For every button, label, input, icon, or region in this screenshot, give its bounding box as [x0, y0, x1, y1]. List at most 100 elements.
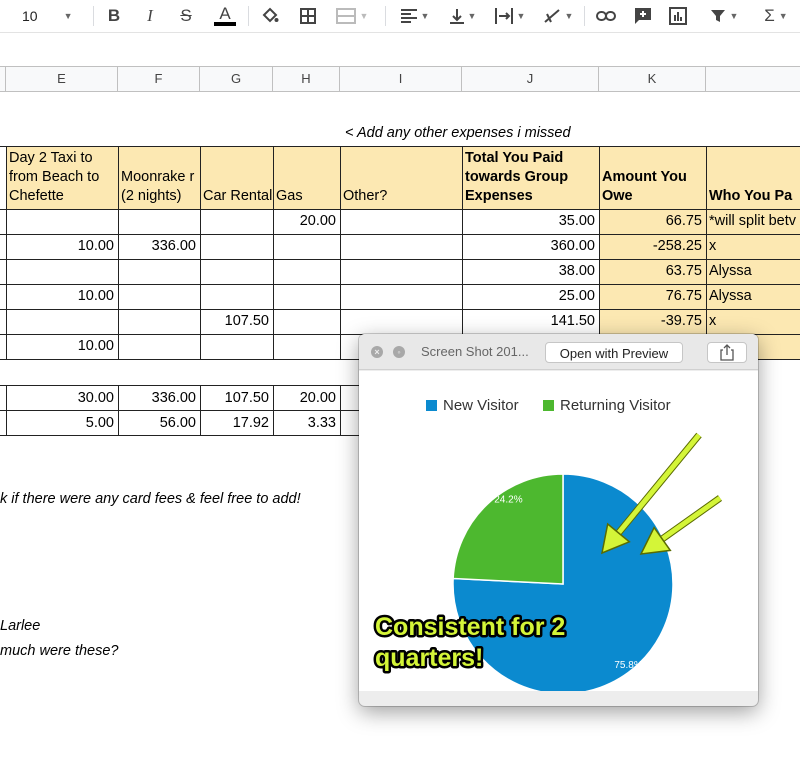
table-cell[interactable]: [273, 334, 340, 359]
table-cell[interactable]: Alyssa: [706, 284, 800, 309]
table-cell[interactable]: [6, 309, 118, 334]
column-header-e[interactable]: E: [6, 67, 118, 91]
insert-link-icon[interactable]: [593, 0, 619, 32]
note-add-expenses: < Add any other expenses i missed: [345, 125, 571, 141]
annotation-text-line1: Consistent for 2: [375, 613, 565, 641]
table-cell[interactable]: *will split betv: [706, 209, 800, 234]
quick-look-titlebar: × ◦ Screen Shot 201... Open with Preview: [359, 334, 758, 370]
share-button[interactable]: [707, 342, 747, 363]
insert-chart-icon[interactable]: [666, 0, 690, 32]
total-cell-e[interactable]: 30.00: [6, 386, 118, 411]
sum-icon: Σ: [764, 6, 775, 25]
text-color-button[interactable]: A: [211, 0, 239, 32]
text-wrap-icon[interactable]: ▼: [490, 0, 530, 32]
fill-color-icon[interactable]: [258, 0, 282, 32]
header-cell-k[interactable]: Amount You Owe: [599, 147, 706, 209]
column-header-h[interactable]: H: [273, 67, 340, 91]
table-cell[interactable]: [200, 209, 273, 234]
column-header-g[interactable]: G: [200, 67, 273, 91]
functions-button[interactable]: Σ ▼: [756, 0, 796, 32]
table-cell[interactable]: 63.75: [599, 259, 706, 284]
table-cell[interactable]: 141.50: [462, 309, 599, 334]
vertical-align-icon[interactable]: ▼: [443, 0, 483, 32]
text-color-swatch: [214, 22, 236, 26]
table-cell[interactable]: 10.00: [6, 234, 118, 259]
table-cell[interactable]: [340, 309, 462, 334]
table-cell[interactable]: 10.00: [6, 334, 118, 359]
table-cell[interactable]: x: [706, 234, 800, 259]
per-person-cell-f[interactable]: 56.00: [118, 411, 200, 436]
font-size-select[interactable]: 10 ▼: [0, 0, 80, 32]
table-cell[interactable]: 76.75: [599, 284, 706, 309]
table-cell[interactable]: x: [706, 309, 800, 334]
table-cell[interactable]: [200, 284, 273, 309]
table-cell[interactable]: [200, 259, 273, 284]
quick-look-content: New Visitor Returning Visitor 75.8% 24.2%…: [359, 371, 758, 691]
strikethrough-button[interactable]: S: [174, 0, 198, 32]
header-cell-h[interactable]: Gas: [273, 147, 340, 209]
table-cell[interactable]: [118, 259, 200, 284]
table-cell[interactable]: [273, 284, 340, 309]
open-with-preview-button[interactable]: Open with Preview: [545, 342, 683, 363]
grid-line: [340, 385, 341, 435]
grid-line: [273, 385, 274, 435]
total-cell-f[interactable]: 336.00: [118, 386, 200, 411]
merge-cells-icon[interactable]: ▼: [332, 0, 372, 32]
close-icon[interactable]: ×: [371, 346, 383, 358]
column-header-j[interactable]: J: [462, 67, 599, 91]
toolbar-divider: [248, 6, 249, 26]
table-cell[interactable]: 360.00: [462, 234, 599, 259]
table-cell[interactable]: [118, 309, 200, 334]
table-cell[interactable]: [118, 284, 200, 309]
table-cell[interactable]: 25.00: [462, 284, 599, 309]
table-cell[interactable]: [118, 334, 200, 359]
bold-button[interactable]: B: [102, 0, 126, 32]
header-cell-j[interactable]: Total You Paid towards Group Expenses: [462, 147, 599, 209]
table-cell[interactable]: 10.00: [6, 284, 118, 309]
table-cell[interactable]: 35.00: [462, 209, 599, 234]
total-cell-h[interactable]: 20.00: [273, 386, 340, 411]
table-cell[interactable]: [340, 259, 462, 284]
header-cell-f[interactable]: Moonrake r (2 nights): [118, 147, 200, 209]
column-header-k[interactable]: K: [599, 67, 706, 91]
table-cell[interactable]: -258.25: [599, 234, 706, 259]
table-cell[interactable]: [340, 284, 462, 309]
table-cell[interactable]: [273, 259, 340, 284]
table-cell[interactable]: [340, 209, 462, 234]
header-cell-i[interactable]: Other?: [340, 147, 462, 209]
italic-button[interactable]: I: [138, 0, 162, 32]
table-cell[interactable]: [200, 234, 273, 259]
total-cell-g[interactable]: 107.50: [200, 386, 273, 411]
table-cell[interactable]: [6, 259, 118, 284]
table-cell[interactable]: [6, 209, 118, 234]
header-cell-l[interactable]: Who You Pa: [706, 147, 800, 209]
table-cell[interactable]: -39.75: [599, 309, 706, 334]
column-header-i[interactable]: I: [340, 67, 462, 91]
align-left-icon[interactable]: ▼: [395, 0, 435, 32]
table-cell[interactable]: Alyssa: [706, 259, 800, 284]
insert-comment-icon[interactable]: [631, 0, 655, 32]
header-cell-e[interactable]: Day 2 Taxi to from Beach to Chefette: [6, 147, 118, 209]
table-cell[interactable]: [200, 334, 273, 359]
table-cell[interactable]: 336.00: [118, 234, 200, 259]
column-header-f[interactable]: F: [118, 67, 200, 91]
borders-icon[interactable]: [296, 0, 320, 32]
table-cell[interactable]: [273, 234, 340, 259]
table-cell[interactable]: 66.75: [599, 209, 706, 234]
column-header-l[interactable]: [706, 67, 800, 91]
filter-icon[interactable]: ▼: [702, 0, 746, 32]
quick-look-window: × ◦ Screen Shot 201... Open with Preview…: [359, 334, 758, 706]
per-person-cell-g[interactable]: 17.92: [200, 411, 273, 436]
table-cell[interactable]: 20.00: [273, 209, 340, 234]
table-cell[interactable]: [273, 309, 340, 334]
per-person-cell-e[interactable]: 5.00: [6, 411, 118, 436]
per-person-cell-h[interactable]: 3.33: [273, 411, 340, 436]
text-rotation-icon[interactable]: ▼: [537, 0, 579, 32]
grid-line: [340, 146, 341, 359]
table-cell[interactable]: [340, 234, 462, 259]
table-cell[interactable]: 107.50: [200, 309, 273, 334]
table-cell[interactable]: 38.00: [462, 259, 599, 284]
header-cell-g[interactable]: Car Rental: [200, 147, 273, 209]
fullscreen-icon[interactable]: ◦: [393, 346, 405, 358]
table-cell[interactable]: [118, 209, 200, 234]
